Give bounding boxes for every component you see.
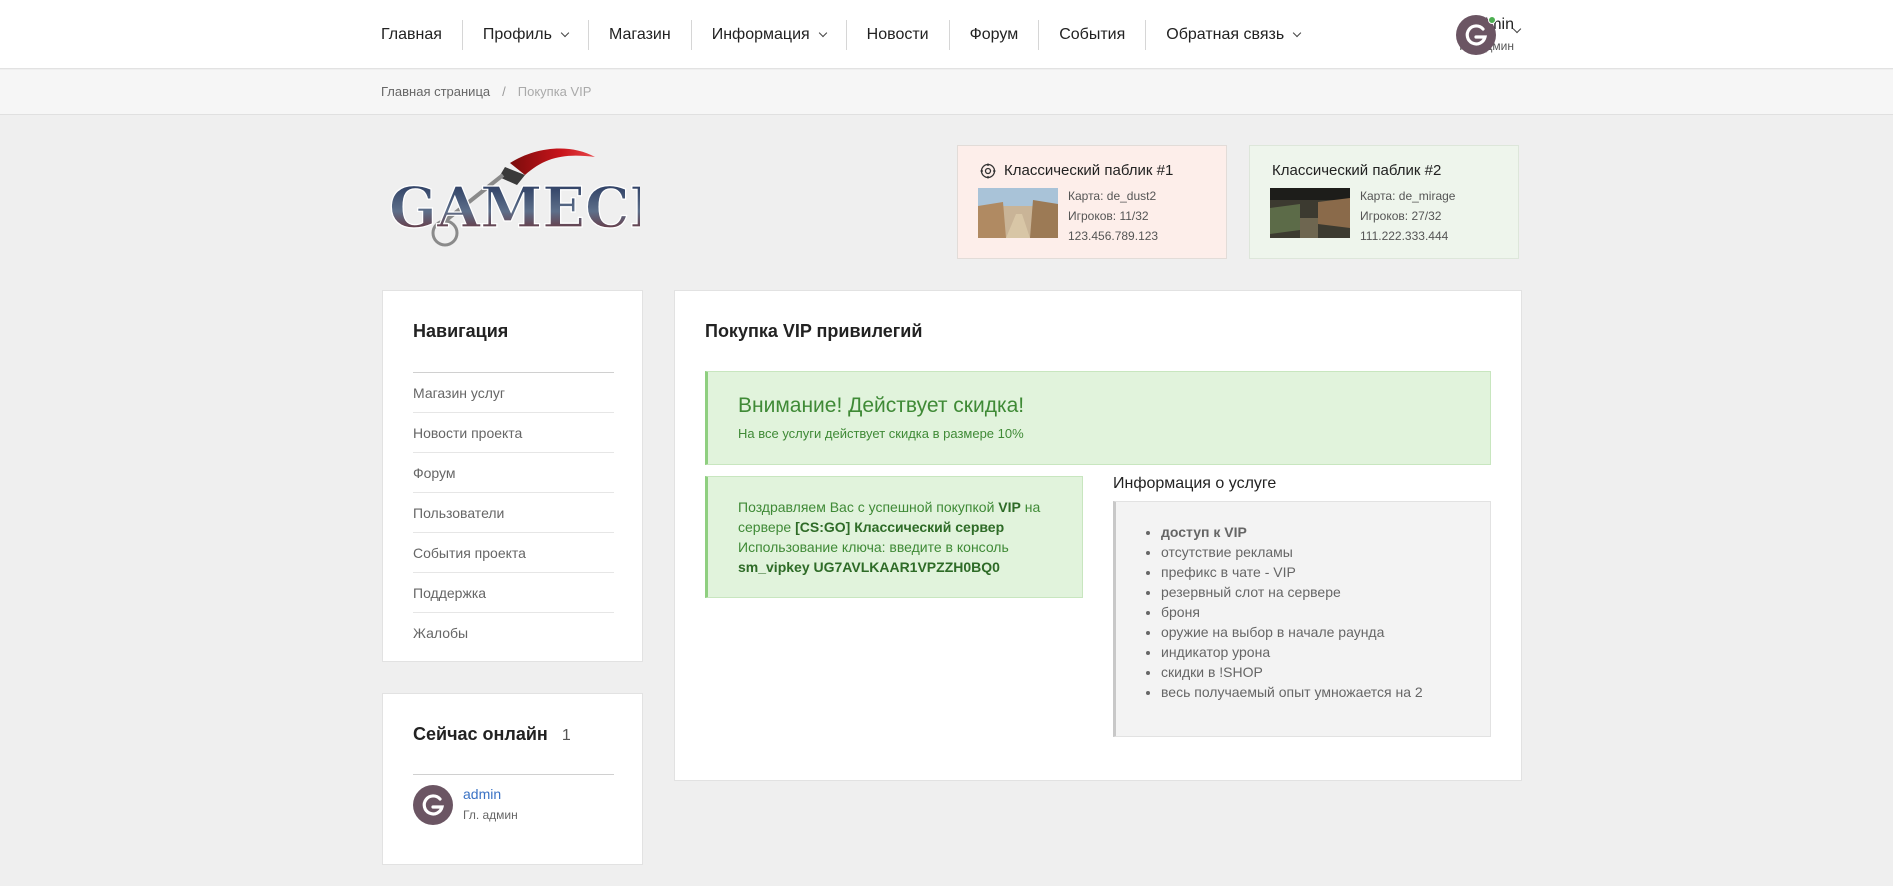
success-key-instruction: Использование ключа: введите в консоль bbox=[738, 539, 1009, 555]
list-item: скидки в !SHOP bbox=[1161, 662, 1423, 682]
discount-title: Внимание! Действует скидка! bbox=[738, 394, 1025, 417]
success-vip: VIP bbox=[998, 499, 1021, 515]
sidebar-item-complaints[interactable]: Жалобы bbox=[413, 612, 614, 652]
list-item: доступ к VIP bbox=[1161, 522, 1423, 542]
list-item: резервный слот на сервере bbox=[1161, 582, 1423, 602]
nav-item-events[interactable]: События bbox=[1039, 20, 1147, 50]
nav-item-shop[interactable]: Магазин bbox=[589, 20, 692, 50]
online-count: 1 bbox=[561, 727, 571, 744]
nav-item-info[interactable]: Информация bbox=[692, 20, 847, 50]
sidebar-item-forum[interactable]: Форум bbox=[413, 452, 614, 492]
success-server: [CS:GO] Классический сервер bbox=[795, 519, 1005, 535]
server-card[interactable]: Классический паблик #2 Карта: de_mirage … bbox=[1249, 145, 1519, 259]
game-icon bbox=[980, 163, 996, 178]
list-item: индикатор урона bbox=[1161, 642, 1423, 662]
server-card[interactable]: Классический паблик #1 Карта: de_dust2 И… bbox=[957, 145, 1227, 259]
server-players: Игроков: 27/32 bbox=[1360, 209, 1442, 223]
chevron-down-icon bbox=[818, 28, 827, 38]
sidebar-item-support[interactable]: Поддержка bbox=[413, 572, 614, 612]
sidebar-nav-panel: Навигация Магазин услуг Новости проекта … bbox=[382, 290, 643, 662]
nav-label: Обратная связь bbox=[1166, 26, 1285, 43]
online-title: Сейчас онлайн 1 bbox=[413, 724, 571, 745]
service-features-list: доступ к VIP отсутствие рекламы префикс … bbox=[1161, 522, 1423, 702]
nav-item-news[interactable]: Новости bbox=[847, 20, 950, 50]
server-players: Игроков: 11/32 bbox=[1068, 209, 1149, 223]
breadcrumb: Главная страница / Покупка VIP bbox=[0, 70, 1893, 115]
service-info-box: доступ к VIP отсутствие рекламы префикс … bbox=[1113, 501, 1491, 737]
server-map: Карта: de_mirage bbox=[1360, 189, 1456, 203]
nav-label: События bbox=[1059, 26, 1126, 43]
chevron-down-icon[interactable] bbox=[1512, 24, 1522, 34]
nav-label: Форум bbox=[969, 26, 1019, 43]
vip-key-command[interactable]: sm_vipkey UG7AVLKAAR1VPZZH0BQ0 bbox=[738, 559, 1000, 575]
breadcrumb-separator: / bbox=[502, 84, 506, 99]
nav-item-profile[interactable]: Профиль bbox=[463, 20, 589, 50]
nav-item-feedback[interactable]: Обратная связь bbox=[1146, 20, 1320, 50]
online-user-role: Гл. админ bbox=[463, 808, 518, 822]
server-title: Классический паблик #1 bbox=[1004, 162, 1174, 179]
divider bbox=[413, 774, 614, 775]
breadcrumb-current: Покупка VIP bbox=[517, 84, 592, 99]
nav-label: Информация bbox=[711, 26, 810, 43]
logo-text: GAMECMS bbox=[389, 175, 640, 241]
discount-alert: Внимание! Действует скидка! На все услуг… bbox=[705, 371, 1491, 465]
sidebar-item-users[interactable]: Пользователи bbox=[413, 492, 614, 532]
server-map: Карта: de_dust2 bbox=[1068, 189, 1157, 203]
avatar[interactable] bbox=[413, 785, 453, 825]
nav-label: Магазин bbox=[608, 26, 671, 43]
sidebar-list: Магазин услуг Новости проекта Форум Поль… bbox=[413, 372, 614, 652]
top-navbar: Главная Профиль Магазин Информация Новос… bbox=[0, 0, 1893, 69]
map-thumbnail bbox=[1270, 188, 1350, 238]
main-nav: Главная Профиль Магазин Информация Новос… bbox=[365, 20, 1320, 50]
page-title: Покупка VIP привилегий bbox=[705, 321, 923, 341]
online-title-text: Сейчас онлайн bbox=[413, 724, 548, 744]
nav-label: Главная bbox=[381, 26, 442, 43]
sidebar-title: Навигация bbox=[413, 321, 509, 341]
breadcrumb-home-link[interactable]: Главная страница bbox=[381, 84, 490, 99]
sidebar-item-shop[interactable]: Магазин услуг bbox=[413, 372, 614, 412]
server-title: Классический паблик #2 bbox=[1272, 162, 1442, 179]
server-address: 123.456.789.123 bbox=[1068, 229, 1159, 243]
service-info-title: Информация о услуге bbox=[1113, 475, 1277, 492]
site-logo[interactable]: GAMECMS bbox=[385, 145, 733, 260]
list-item: броня bbox=[1161, 602, 1423, 622]
online-user-link[interactable]: admin bbox=[463, 786, 501, 802]
discount-text: На все услуги действует скидка в размере… bbox=[738, 426, 1024, 441]
online-status-dot bbox=[1488, 16, 1496, 24]
main-content-panel: Покупка VIP привилегий Внимание! Действу… bbox=[674, 290, 1522, 781]
list-item: весь получаемый опыт умножается на 2 bbox=[1161, 682, 1423, 702]
purchase-success-alert: Поздравляем Вас с успешной покупкой VIP … bbox=[705, 476, 1083, 598]
list-item: отсутствие рекламы bbox=[1161, 542, 1423, 562]
success-text: Поздравляем Вас с успешной покупкой bbox=[738, 499, 999, 515]
server-address: 111.222.333.444 bbox=[1360, 229, 1449, 243]
nav-label: Профиль bbox=[482, 26, 552, 43]
online-panel: Сейчас онлайн 1 admin Гл. админ bbox=[382, 693, 643, 865]
chevron-down-icon bbox=[1292, 28, 1302, 38]
sidebar-item-news[interactable]: Новости проекта bbox=[413, 412, 614, 452]
chevron-down-icon bbox=[560, 28, 570, 38]
nav-item-home[interactable]: Главная bbox=[365, 20, 463, 50]
list-item: префикс в чате - VIP bbox=[1161, 562, 1423, 582]
nav-label: Новости bbox=[866, 26, 929, 43]
map-thumbnail bbox=[978, 188, 1058, 238]
sidebar-item-events[interactable]: События проекта bbox=[413, 532, 614, 572]
list-item: оружие на выбор в начале раунда bbox=[1161, 622, 1423, 642]
nav-item-forum[interactable]: Форум bbox=[950, 20, 1040, 50]
